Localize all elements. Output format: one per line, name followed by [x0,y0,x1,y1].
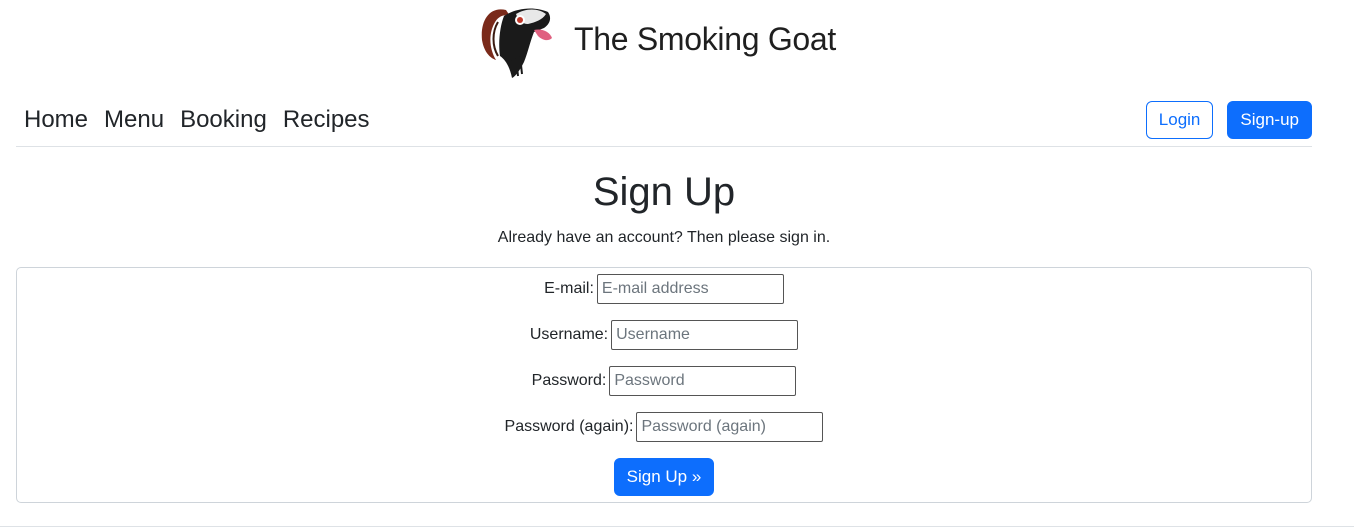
nav-link-menu[interactable]: Menu [96,100,172,140]
signup-nav-button[interactable]: Sign-up [1227,101,1312,139]
password-again-row: Password (again): [17,412,1311,442]
page-title: Sign Up [592,170,736,214]
nav-link-home[interactable]: Home [16,100,96,140]
main-nav: Home Menu Booking Recipes [16,100,378,140]
footer-divider [0,526,1354,527]
password-row: Password: [17,366,1311,396]
password-field[interactable] [609,366,797,396]
auth-buttons: Login Sign-up [1145,101,1312,139]
brand[interactable]: The Smoking Goat [476,2,836,80]
username-row: Username: [17,320,1311,350]
username-field[interactable] [611,320,799,350]
nav-link-recipes[interactable]: Recipes [275,100,378,140]
nav-link-booking[interactable]: Booking [172,100,275,140]
email-label: E-mail: [544,280,594,297]
login-button[interactable]: Login [1145,101,1214,139]
email-field[interactable] [596,274,784,304]
signin-link[interactable]: sign in [779,229,825,246]
username-label: Username: [529,326,609,343]
password-again-label: Password (again): [504,418,634,435]
signup-form: E-mail: Username: Password: Password (ag… [16,267,1312,503]
signin-prompt-end: . [825,229,831,246]
nav-divider [16,146,1312,147]
signup-submit-button[interactable]: Sign Up » [613,458,715,496]
signin-prompt-text: Already have an account? Then please [497,229,780,246]
password-label: Password: [531,372,607,389]
password-again-field[interactable] [636,412,824,442]
goat-logo-icon [481,8,552,78]
brand-name: The Smoking Goat [574,20,836,57]
signin-prompt: Already have an account? Then please sig… [0,229,1328,247]
submit-row: Sign Up » [17,458,1311,496]
email-row: E-mail: [17,274,1311,304]
